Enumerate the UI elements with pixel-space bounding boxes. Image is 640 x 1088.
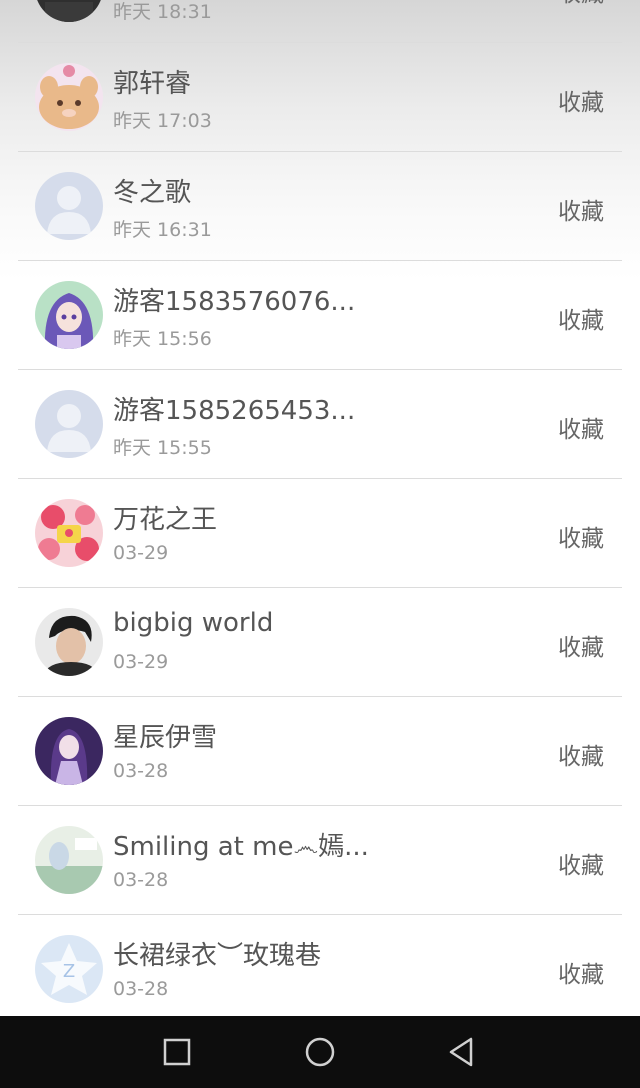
visit-time: 03-28 (113, 978, 169, 1000)
square-recent-apps-icon[interactable] (159, 1034, 195, 1070)
cartoon-pig-avatar-icon[interactable] (35, 63, 103, 131)
purple-anime-avatar-icon[interactable] (35, 717, 103, 785)
default-person-avatar-icon[interactable] (35, 172, 103, 240)
visit-time: 昨天 15:55 (113, 437, 212, 459)
list-item[interactable]: 游客1585265453... 昨天 15:55 收藏 (18, 370, 622, 479)
default-person-avatar-icon[interactable] (35, 390, 103, 458)
collect-button[interactable]: 收藏 (558, 410, 604, 444)
collect-button[interactable]: 收藏 (558, 83, 604, 117)
pink-flower-avatar-icon[interactable] (35, 499, 103, 567)
man-photo-avatar-icon[interactable] (35, 608, 103, 676)
visit-time: 昨天 15:56 (113, 328, 212, 350)
visit-time: 昨天 18:31 (113, 1, 212, 23)
circle-home-icon[interactable] (302, 1034, 338, 1070)
list-item[interactable]: bigbig world 03-29 收藏 (18, 588, 622, 697)
visit-time: 昨天 16:31 (113, 219, 212, 241)
visit-time: 03-29 (113, 651, 169, 673)
light-photo-avatar-icon[interactable] (35, 826, 103, 894)
visitor-name: 长裙绿衣︶玫瑰巷 (113, 941, 322, 971)
list-item[interactable]: 万花之王 03-29 收藏 (18, 479, 622, 588)
collect-button[interactable]: 收藏 (558, 0, 604, 8)
visitor-name: 游客1585265453... (113, 396, 356, 426)
anime-girl-avatar-icon[interactable] (35, 281, 103, 349)
visitor-name: 冬之歌 (113, 178, 192, 208)
visitor-name: 星辰伊雪 (113, 723, 218, 753)
collect-button[interactable]: 收藏 (558, 846, 604, 880)
collect-button[interactable]: 收藏 (558, 737, 604, 771)
list-item[interactable]: Smiling at me෴嫣... 03-28 收藏 (18, 806, 622, 915)
visitor-name: Smiling at me෴嫣... (113, 832, 369, 862)
list-item[interactable]: 游客1583576076... 昨天 15:56 收藏 (18, 261, 622, 370)
triangle-back-icon[interactable] (444, 1034, 480, 1070)
visitor-list-screen: 昨天 18:31 收藏 郭轩睿 昨天 17:03 收藏 冬之歌 昨天 16:31… (0, 0, 640, 1088)
visit-time: 03-29 (113, 542, 169, 564)
visitor-list: 昨天 18:31 收藏 郭轩睿 昨天 17:03 收藏 冬之歌 昨天 16:31… (0, 0, 640, 1024)
qzone-star-avatar-icon[interactable]: Z (35, 935, 103, 1003)
collect-button[interactable]: 收藏 (558, 628, 604, 662)
visitor-name: 郭轩睿 (113, 69, 192, 99)
visitor-name: bigbig world (113, 608, 274, 638)
system-navigation-bar (0, 1016, 640, 1088)
list-item[interactable]: 郭轩睿 昨天 17:03 收藏 (18, 43, 622, 152)
list-item[interactable]: 昨天 18:31 收藏 (18, 0, 622, 43)
list-item[interactable]: 星辰伊雪 03-28 收藏 (18, 697, 622, 806)
collect-button[interactable]: 收藏 (558, 955, 604, 989)
visitor-name: 游客1583576076... (113, 287, 356, 317)
collect-button[interactable]: 收藏 (558, 519, 604, 553)
list-item[interactable]: Z 长裙绿衣︶玫瑰巷 03-28 收藏 (18, 915, 622, 1024)
visit-time: 昨天 17:03 (113, 110, 212, 132)
visitor-name: 万花之王 (113, 505, 218, 535)
collect-button[interactable]: 收藏 (558, 192, 604, 226)
list-item[interactable]: 冬之歌 昨天 16:31 收藏 (18, 152, 622, 261)
visit-time: 03-28 (113, 760, 169, 782)
visit-time: 03-28 (113, 869, 169, 891)
dark-photo-avatar-icon[interactable] (35, 0, 103, 22)
collect-button[interactable]: 收藏 (558, 301, 604, 335)
svg-text:Z: Z (63, 961, 75, 982)
